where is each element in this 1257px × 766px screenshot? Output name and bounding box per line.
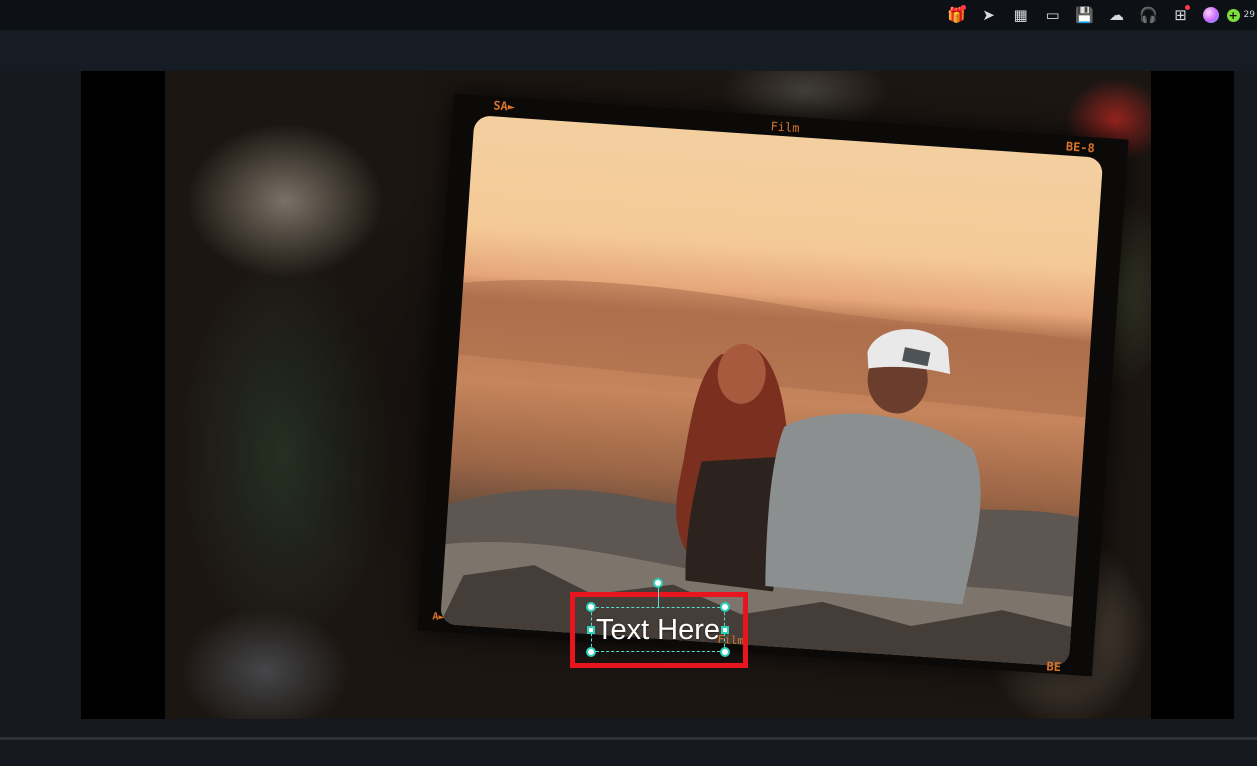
cloud-glyph: ☁ [1109,6,1125,24]
credits-button[interactable]: + 29 [1226,0,1257,30]
layout-glyph: ▭ [1045,6,1060,24]
top-toolbar: 🎁 ➤ ▦ ▭ 💾 ☁ 🎧 ⊞ + 29 [0,0,1257,30]
film-label-bottom-right: BE [1046,659,1062,675]
credit-count: 29 [1243,10,1255,20]
notification-dot [960,5,966,10]
gift-icon[interactable]: 🎁 [941,0,973,30]
secondary-toolbar [0,30,1257,72]
film-label-top-right: BE-8 [1065,139,1096,156]
headset-icon[interactable]: 🎧 [1133,0,1165,30]
film-frame: SA► Film BE-8 A► Film BE [417,93,1129,677]
headset-glyph: 🎧 [1139,6,1158,24]
photo-illustration [439,279,1091,667]
save-icon[interactable]: 💾 [1069,0,1101,30]
save-glyph: 💾 [1075,6,1094,24]
send-glyph: ➤ [982,6,995,24]
task-icon[interactable]: ▦ [1005,0,1037,30]
timeline-area [0,719,1257,766]
film-label-top-center: Film [770,119,800,136]
send-icon[interactable]: ➤ [973,0,1005,30]
apps-grid-icon[interactable]: ⊞ [1165,0,1197,30]
notification-dot [1184,5,1190,10]
cloud-upload-icon[interactable]: ☁ [1101,0,1133,30]
film-label-bottom-left: A► [432,611,445,624]
toolbar-icons: 🎁 ➤ ▦ ▭ 💾 ☁ 🎧 ⊞ + 29 [941,0,1257,30]
right-panel [1234,71,1257,719]
avatar[interactable] [1202,7,1219,23]
resize-handle-right[interactable] [721,626,729,634]
layout-icon[interactable]: ▭ [1037,0,1069,30]
resize-handle-top-left[interactable] [586,602,596,612]
resize-handle-left[interactable] [587,626,595,634]
resize-handle-bottom-right[interactable] [720,647,730,657]
rotate-handle-line [658,588,659,607]
couple-photo [439,115,1104,667]
timeline-divider[interactable] [0,737,1257,740]
film-label-top-left: SA► [492,98,516,114]
resize-handle-bottom-left[interactable] [586,647,596,657]
plus-icon: + [1226,8,1240,22]
left-panel [0,71,81,719]
task-glyph: ▦ [1013,6,1028,24]
text-overlay[interactable]: Text Here [591,610,725,650]
resize-handle-top-right[interactable] [720,602,730,612]
rotate-handle[interactable] [653,578,663,588]
